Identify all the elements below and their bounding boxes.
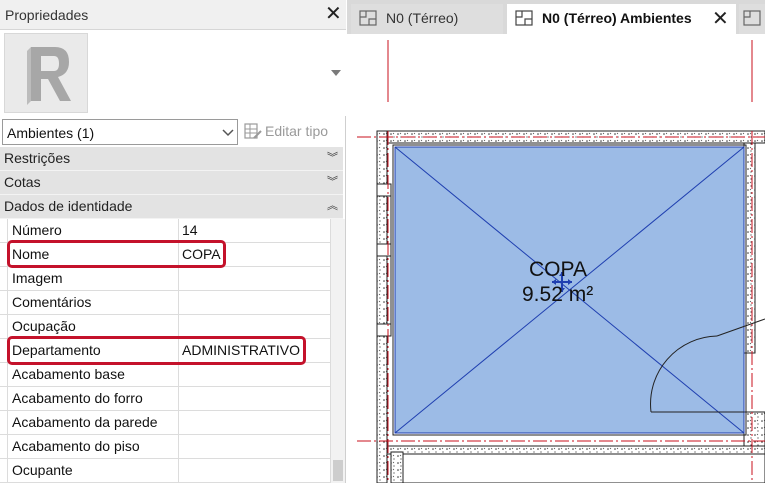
chevron-down-icon — [222, 129, 234, 137]
collapse-chevron-icon: ︾ — [327, 151, 338, 164]
properties-panel: Propriedades ✕ Ambientes (1) Editar tipo… — [0, 0, 346, 483]
property-name: Imagem — [0, 267, 179, 291]
property-row-ocupante: Ocupante — [0, 459, 330, 483]
property-row-acabamento-forro: Acabamento do forro — [0, 387, 330, 411]
collapse-chevron-icon: ︾ — [327, 175, 338, 188]
property-name: Acabamento base — [0, 363, 179, 387]
property-name: Ocupante — [0, 459, 179, 483]
view-area: N0 (Térreo) N0 (Térreo) Ambientes ✕ COPA… — [347, 0, 765, 483]
section-restricoes[interactable]: Restrições ︾ — [0, 147, 343, 171]
property-value[interactable] — [179, 459, 330, 483]
properties-title-bar: Propriedades ✕ — [0, 0, 346, 30]
revit-logo-thumbnail — [4, 33, 88, 113]
instance-selector-dropdown[interactable]: Ambientes (1) — [2, 119, 238, 145]
property-value[interactable] — [179, 267, 330, 291]
property-row-imagem: Imagem — [0, 267, 330, 291]
section-cotas[interactable]: Cotas ︾ — [0, 171, 343, 195]
properties-title: Propriedades — [5, 7, 89, 23]
edit-type-label: Editar tipo — [265, 123, 329, 139]
property-value[interactable] — [179, 363, 330, 387]
highlight-nome — [7, 240, 226, 268]
floor-plan-icon — [743, 10, 761, 26]
property-name: Comentários — [0, 291, 179, 315]
properties-scrollbar[interactable] — [330, 219, 345, 483]
type-dropdown-arrow-icon[interactable] — [331, 68, 341, 78]
property-name: Acabamento da parede — [0, 411, 179, 435]
type-preview-area — [0, 30, 346, 116]
property-row-acabamento-piso: Acabamento do piso — [0, 435, 330, 459]
property-name: Acabamento do piso — [0, 435, 179, 459]
property-name: Acabamento do forro — [0, 387, 179, 411]
edit-type-icon — [244, 123, 262, 139]
property-row-acabamento-base: Acabamento base — [0, 363, 330, 387]
highlight-departamento — [7, 336, 306, 365]
section-label: Dados de identidade — [4, 198, 133, 214]
scrollbar-thumb[interactable] — [333, 460, 343, 481]
property-value[interactable] — [179, 291, 330, 315]
section-label: Restrições — [4, 150, 71, 166]
expand-chevron-icon: ︽ — [327, 199, 338, 212]
close-icon[interactable]: ✕ — [325, 4, 342, 24]
tab-n0-terreo-ambientes[interactable]: N0 (Térreo) Ambientes ✕ — [507, 4, 736, 34]
property-row-acabamento-parede: Acabamento da parede — [0, 411, 330, 435]
floor-plan-icon — [515, 10, 533, 26]
property-row-comentarios: Comentários — [0, 291, 330, 315]
floor-plan-icon — [359, 10, 377, 26]
tab-more[interactable] — [739, 4, 765, 34]
type-selector-row: Ambientes (1) Editar tipo — [0, 118, 346, 146]
tab-label: N0 (Térreo) Ambientes — [542, 10, 692, 26]
tab-n0-terreo[interactable]: N0 (Térreo) — [351, 4, 503, 34]
tab-label: N0 (Térreo) — [386, 10, 459, 26]
property-sections: Restrições ︾ Cotas ︾ Dados de identidade… — [0, 147, 343, 219]
room-name-tag[interactable]: COPA — [529, 258, 587, 282]
property-value[interactable] — [179, 435, 330, 459]
close-tab-icon[interactable]: ✕ — [712, 6, 729, 31]
section-label: Cotas — [4, 174, 41, 190]
section-dados-de-identidade[interactable]: Dados de identidade ︽ — [0, 195, 343, 219]
view-tab-bar: N0 (Térreo) N0 (Térreo) Ambientes ✕ — [347, 0, 765, 34]
property-value[interactable] — [179, 411, 330, 435]
instance-selector-value: Ambientes (1) — [7, 125, 95, 141]
property-value[interactable] — [179, 387, 330, 411]
room-area-tag: 9.52 m² — [522, 283, 594, 306]
